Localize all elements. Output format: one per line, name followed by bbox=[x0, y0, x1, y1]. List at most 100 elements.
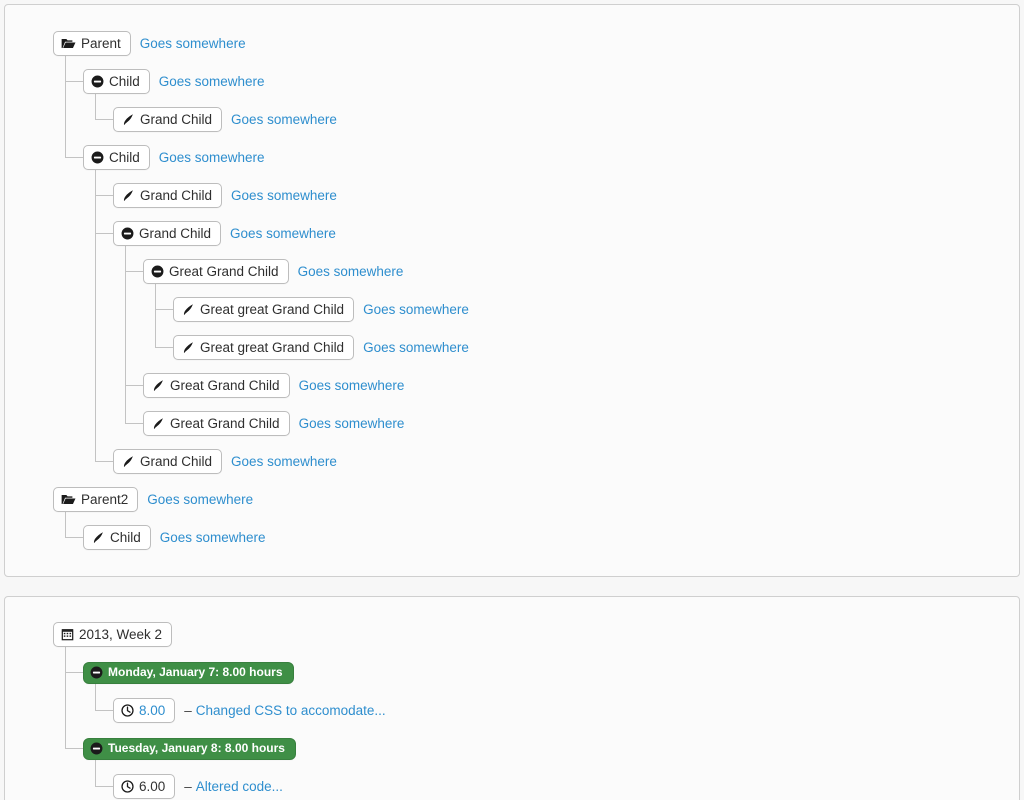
tree-node-label: Child bbox=[110, 530, 141, 545]
tree-connector-horizontal bbox=[65, 748, 83, 749]
tree-connector-vertical bbox=[65, 646, 66, 748]
tree-node-chip[interactable]: Grand Child bbox=[113, 449, 223, 474]
tree-node: Child Goes somewhere bbox=[83, 69, 265, 94]
node-link[interactable]: Goes somewhere bbox=[363, 340, 469, 355]
tree-node-label: Grand Child bbox=[140, 454, 213, 469]
node-link[interactable]: Goes somewhere bbox=[299, 378, 405, 393]
leaf-icon bbox=[181, 341, 195, 354]
tree-node: Grand Child Goes somewhere bbox=[113, 183, 337, 208]
tree-node: Parent Goes somewhere bbox=[53, 31, 246, 56]
tree-connector-vertical bbox=[125, 245, 126, 423]
node-link[interactable]: Goes somewhere bbox=[363, 302, 469, 317]
tree-node: Parent2 Goes somewhere bbox=[53, 487, 253, 512]
tree-node-label: Grand Child bbox=[139, 226, 212, 241]
tree-node: Grand Child Goes somewhere bbox=[113, 107, 337, 132]
tree-connector-horizontal bbox=[95, 461, 113, 462]
tree-node-label: Great Grand Child bbox=[169, 264, 279, 279]
tree-node-chip[interactable]: Parent bbox=[53, 31, 131, 56]
tree-connector-vertical bbox=[95, 93, 96, 119]
tree-node: Great Grand Child Goes somewhere bbox=[143, 373, 404, 398]
clock-icon bbox=[121, 704, 134, 717]
tree-node-chip[interactable]: 2013, Week 2 bbox=[53, 622, 173, 647]
node-link[interactable]: Goes somewhere bbox=[160, 530, 266, 545]
node-link[interactable]: Goes somewhere bbox=[231, 454, 337, 469]
minus-circle-icon bbox=[91, 151, 104, 164]
minus-circle-icon bbox=[90, 742, 103, 755]
tree-panel: Parent Goes somewhere Child Goes somewhere G… bbox=[4, 4, 1020, 577]
timesheet-panel: 2013, Week 2 Monday, January 7: 8.00 hour… bbox=[4, 596, 1020, 800]
node-link[interactable]: Goes somewhere bbox=[147, 492, 253, 507]
minus-circle-icon bbox=[121, 227, 134, 240]
leaf-icon bbox=[121, 189, 135, 202]
node-link[interactable]: Goes somewhere bbox=[159, 150, 265, 165]
tree-connector-vertical bbox=[95, 684, 96, 710]
tree-node-label: Great great Grand Child bbox=[200, 340, 345, 355]
tree-node-chip[interactable]: Great great Grand Child bbox=[173, 335, 355, 360]
calendar-icon bbox=[61, 628, 74, 641]
tree-node-chip[interactable]: Great Grand Child bbox=[143, 373, 290, 398]
tree-node-chip[interactable]: Child bbox=[83, 69, 150, 94]
tree-connector-horizontal bbox=[95, 710, 113, 711]
tree-connector-horizontal bbox=[125, 385, 143, 386]
tree-node: Great Grand Child Goes somewhere bbox=[143, 411, 404, 436]
tree-node-label: Great great Grand Child bbox=[200, 302, 345, 317]
tree-node: Child Goes somewhere bbox=[83, 145, 265, 170]
tree-node: Great great Grand Child Goes somewhere bbox=[173, 297, 469, 322]
node-link[interactable]: Goes somewhere bbox=[298, 264, 404, 279]
tree-connector-vertical bbox=[95, 169, 96, 461]
tree-node-label: Great Grand Child bbox=[170, 416, 280, 431]
tree-node-label: 6.00 bbox=[139, 779, 166, 794]
tree-node-chip[interactable]: 8.00 bbox=[113, 698, 176, 723]
entry-dash: – bbox=[184, 779, 192, 794]
leaf-icon bbox=[151, 379, 165, 392]
tree-node-chip[interactable]: Grand Child bbox=[113, 221, 222, 246]
node-link[interactable]: Goes somewhere bbox=[299, 416, 405, 431]
tree-connector-horizontal bbox=[95, 119, 113, 120]
node-link[interactable]: Goes somewhere bbox=[159, 74, 265, 89]
minus-circle-icon bbox=[90, 666, 103, 679]
tree-node: 8.00 – Changed CSS to accomodate... bbox=[113, 698, 386, 723]
tree-node-chip[interactable]: Parent2 bbox=[53, 487, 139, 512]
tree-node-chip[interactable]: Tuesday, January 8: 8.00 hours bbox=[83, 737, 296, 760]
tree-connector-vertical bbox=[65, 511, 66, 537]
node-link[interactable]: Goes somewhere bbox=[231, 188, 337, 203]
node-link[interactable]: Goes somewhere bbox=[231, 112, 337, 127]
tree-connector-horizontal bbox=[125, 423, 143, 424]
tree-node-chip[interactable]: Child bbox=[83, 525, 151, 550]
tree-node-chip[interactable]: Great Grand Child bbox=[143, 259, 289, 284]
folder-open-icon bbox=[61, 493, 76, 506]
leaf-icon bbox=[181, 303, 195, 316]
node-link[interactable]: Goes somewhere bbox=[230, 226, 336, 241]
clock-icon bbox=[121, 780, 134, 793]
minus-circle-icon bbox=[151, 265, 164, 278]
tree-node-label: 2013, Week 2 bbox=[79, 627, 163, 642]
tree-node: Grand Child Goes somewhere bbox=[113, 449, 337, 474]
tree-connector-vertical bbox=[155, 283, 156, 347]
tree-node: 2013, Week 2 bbox=[53, 622, 173, 647]
tree-node-chip[interactable]: Child bbox=[83, 145, 150, 170]
minus-circle-icon bbox=[91, 75, 104, 88]
tree-node: Great Grand Child Goes somewhere bbox=[143, 259, 403, 284]
entry-description-link[interactable]: Changed CSS to accomodate... bbox=[196, 703, 386, 718]
tree-node-label: Child bbox=[109, 150, 140, 165]
leaf-icon bbox=[91, 531, 105, 544]
node-link[interactable]: Goes somewhere bbox=[140, 36, 246, 51]
tree-connector-horizontal bbox=[65, 157, 83, 158]
tree-node-chip[interactable]: Great Grand Child bbox=[143, 411, 290, 436]
entry-description-link[interactable]: Altered code... bbox=[196, 779, 283, 794]
tree-node-chip[interactable]: Great great Grand Child bbox=[173, 297, 355, 322]
tree-node: Monday, January 7: 8.00 hours bbox=[83, 660, 294, 685]
tree-node-chip[interactable]: Monday, January 7: 8.00 hours bbox=[83, 661, 294, 684]
tree-node-label: Tuesday, January 8: 8.00 hours bbox=[108, 741, 285, 755]
tree-connector-horizontal bbox=[65, 672, 83, 673]
tree-connector-horizontal bbox=[155, 309, 173, 310]
tree-node-label: Parent2 bbox=[81, 492, 129, 507]
tree-node-chip[interactable]: Grand Child bbox=[113, 183, 223, 208]
tree-connector-horizontal bbox=[95, 195, 113, 196]
tree-node: Tuesday, January 8: 8.00 hours bbox=[83, 736, 296, 761]
tree-connector-horizontal bbox=[125, 271, 143, 272]
tree-node-chip[interactable]: Grand Child bbox=[113, 107, 223, 132]
tree-connector-horizontal bbox=[95, 233, 113, 234]
tree-node: Grand Child Goes somewhere bbox=[113, 221, 336, 246]
tree-node-chip[interactable]: 6.00 bbox=[113, 774, 176, 799]
